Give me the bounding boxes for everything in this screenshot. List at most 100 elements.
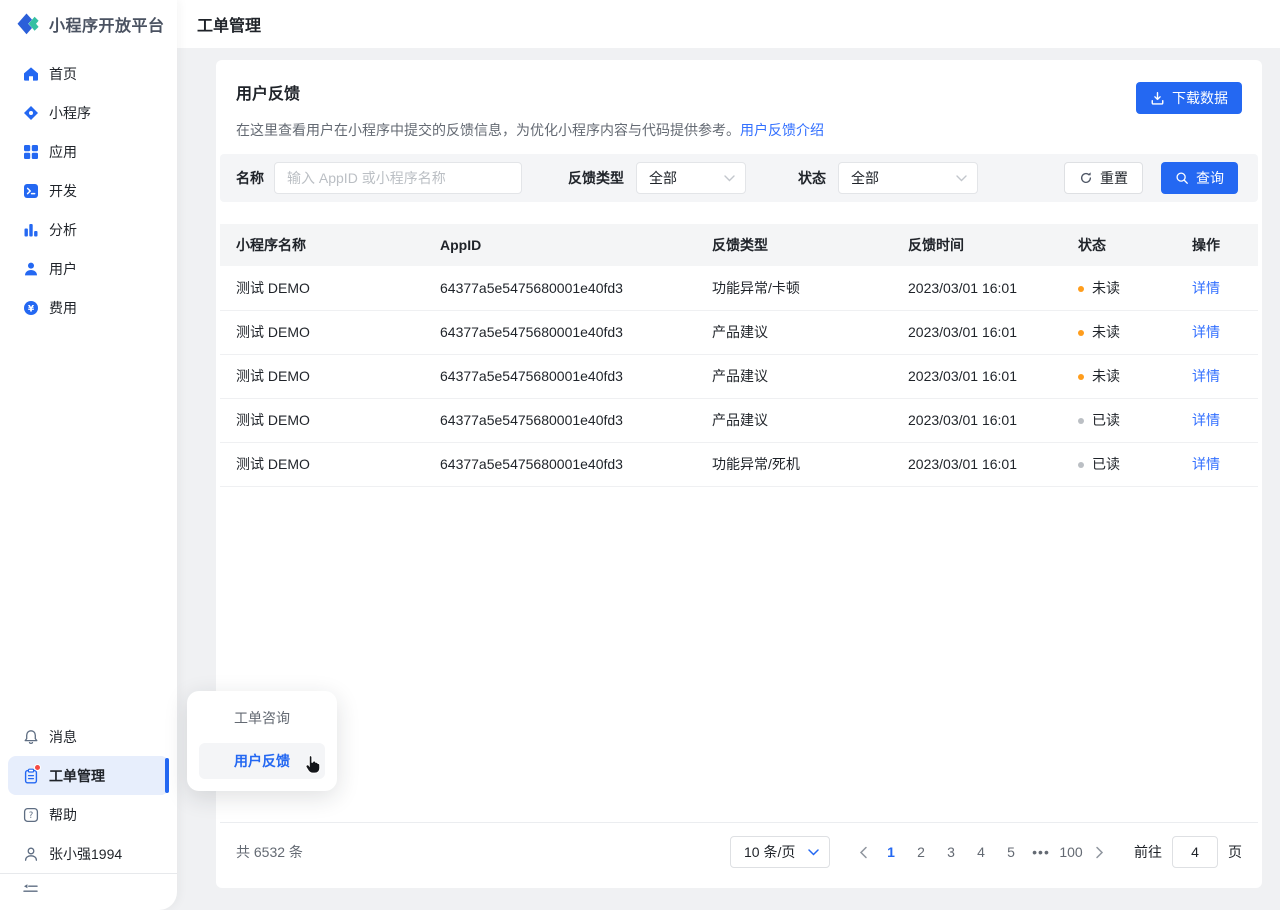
type-filter-select[interactable]: 全部 [636, 162, 746, 194]
status-dot [1078, 330, 1084, 336]
page-ellipsis[interactable]: ••• [1027, 836, 1055, 868]
chevron-down-icon [724, 175, 735, 182]
table-row: 测试 DEMO 64377a5e5475680001e40fd3 产品建议 20… [220, 354, 1258, 398]
cell-status: 已读 [1062, 398, 1176, 442]
cell-action: 详情 [1176, 354, 1258, 398]
cell-type: 功能异常/卡顿 [696, 266, 892, 310]
col-header-status: 状态 [1062, 224, 1176, 266]
collapse-sidebar-button[interactable] [0, 874, 177, 910]
page-size-value: 10 条/页 [744, 842, 795, 862]
status-filter-select[interactable]: 全部 [838, 162, 978, 194]
name-filter-label: 名称 [236, 168, 264, 188]
submenu-item-ticket-consult[interactable]: 工单咨询 [199, 708, 325, 728]
cell-appid: 64377a5e5475680001e40fd3 [424, 310, 696, 354]
cell-appid: 64377a5e5475680001e40fd3 [424, 266, 696, 310]
cell-appid: 64377a5e5475680001e40fd3 [424, 442, 696, 486]
cell-name: 测试 DEMO [220, 398, 424, 442]
cell-appid: 64377a5e5475680001e40fd3 [424, 398, 696, 442]
sidebar-item-label: 张小强1994 [49, 844, 122, 864]
sidebar-item-tickets[interactable]: 工单管理 [8, 756, 169, 795]
download-icon [1150, 91, 1165, 106]
sidebar-item-apps[interactable]: 应用 [0, 132, 177, 171]
sidebar-bottom-nav: 消息 工单管理 ? 帮助 张小强1994 [0, 717, 177, 910]
brand-logo: 小程序开放平台 [0, 0, 177, 48]
page-breadcrumb-title: 工单管理 [197, 12, 261, 36]
status-filter-label: 状态 [798, 168, 826, 188]
reset-button[interactable]: 重置 [1064, 162, 1143, 194]
goto-suffix: 页 [1228, 842, 1242, 862]
status-filter-value: 全部 [851, 168, 879, 188]
status-text: 已读 [1092, 456, 1120, 472]
page-number[interactable]: 100 [1057, 836, 1085, 868]
sidebar-item-miniprogram[interactable]: 小程序 [0, 93, 177, 132]
cell-action: 详情 [1176, 266, 1258, 310]
col-header-appid: AppID [424, 224, 696, 266]
total-count: 共 6532 条 [236, 842, 303, 862]
analytics-icon [22, 221, 39, 238]
goto-page-input[interactable] [1172, 836, 1218, 868]
sidebar-item-home[interactable]: 首页 [0, 54, 177, 93]
status-dot [1078, 286, 1084, 292]
table-header: 小程序名称 AppID 反馈类型 反馈时间 状态 操作 [220, 224, 1258, 266]
status-dot [1078, 462, 1084, 468]
sidebar-item-label: 开发 [49, 181, 77, 201]
search-icon [1175, 171, 1189, 185]
sidebar: 小程序开放平台 首页 小程序 应用 开发 [0, 0, 177, 910]
cell-name: 测试 DEMO [220, 266, 424, 310]
prev-page-button[interactable] [850, 836, 876, 868]
detail-link[interactable]: 详情 [1192, 280, 1220, 296]
cell-action: 详情 [1176, 442, 1258, 486]
svg-text:?: ? [28, 811, 33, 821]
cell-status: 未读 [1062, 354, 1176, 398]
status-dot [1078, 418, 1084, 424]
sidebar-item-label: 用户 [49, 259, 77, 279]
topbar: 工单管理 [177, 0, 1280, 48]
users-icon [22, 260, 39, 277]
feedback-intro-link[interactable]: 用户反馈介绍 [740, 122, 824, 138]
cell-status: 未读 [1062, 266, 1176, 310]
next-page-button[interactable] [1086, 836, 1112, 868]
sidebar-item-label: 首页 [49, 64, 77, 84]
detail-link[interactable]: 详情 [1192, 368, 1220, 384]
page-number[interactable]: 4 [967, 836, 995, 868]
cell-type: 产品建议 [696, 310, 892, 354]
status-text: 已读 [1092, 412, 1120, 428]
sidebar-item-label: 应用 [49, 142, 77, 162]
sidebar-item-label: 费用 [49, 298, 77, 318]
status-dot [1078, 374, 1084, 380]
page-number[interactable]: 5 [997, 836, 1025, 868]
cell-time: 2023/03/01 16:01 [892, 398, 1062, 442]
brand-name: 小程序开放平台 [49, 12, 165, 36]
chevron-down-icon [956, 175, 967, 182]
sidebar-item-develop[interactable]: 开发 [0, 171, 177, 210]
page-size-select[interactable]: 10 条/页 [730, 836, 830, 868]
search-label: 查询 [1196, 168, 1224, 188]
sidebar-main-nav: 首页 小程序 应用 开发 分析 [0, 48, 177, 327]
pager-group: 10 条/页 1 2 3 4 5 ••• 100 [730, 836, 1242, 868]
submenu-item-label: 用户反馈 [234, 751, 290, 771]
sidebar-item-billing[interactable]: ¥ 费用 [0, 288, 177, 327]
page-number[interactable]: 2 [907, 836, 935, 868]
name-filter-input[interactable] [274, 162, 522, 194]
user-feedback-panel: 用户反馈 下载数据 在这里查看用户在小程序中提交的反馈信息，为优化小程序内容与代… [216, 60, 1262, 888]
submenu-item-user-feedback[interactable]: 用户反馈 [199, 743, 325, 779]
user-icon [22, 845, 39, 862]
sidebar-item-users[interactable]: 用户 [0, 249, 177, 288]
sidebar-item-help[interactable]: ? 帮助 [0, 795, 177, 834]
cell-type: 产品建议 [696, 354, 892, 398]
cell-name: 测试 DEMO [220, 354, 424, 398]
detail-link[interactable]: 详情 [1192, 412, 1220, 428]
sidebar-item-messages[interactable]: 消息 [0, 717, 177, 756]
sidebar-item-analytics[interactable]: 分析 [0, 210, 177, 249]
cell-time: 2023/03/01 16:01 [892, 310, 1062, 354]
pager: 1 2 3 4 5 ••• 100 [850, 836, 1112, 868]
page-number[interactable]: 1 [877, 836, 905, 868]
search-button[interactable]: 查询 [1161, 162, 1238, 194]
download-data-button[interactable]: 下载数据 [1136, 82, 1242, 114]
detail-link[interactable]: 详情 [1192, 456, 1220, 472]
detail-link[interactable]: 详情 [1192, 324, 1220, 340]
cell-type: 功能异常/死机 [696, 442, 892, 486]
page-number[interactable]: 3 [937, 836, 965, 868]
help-icon: ? [22, 806, 39, 823]
sidebar-item-account[interactable]: 张小强1994 [0, 834, 177, 873]
